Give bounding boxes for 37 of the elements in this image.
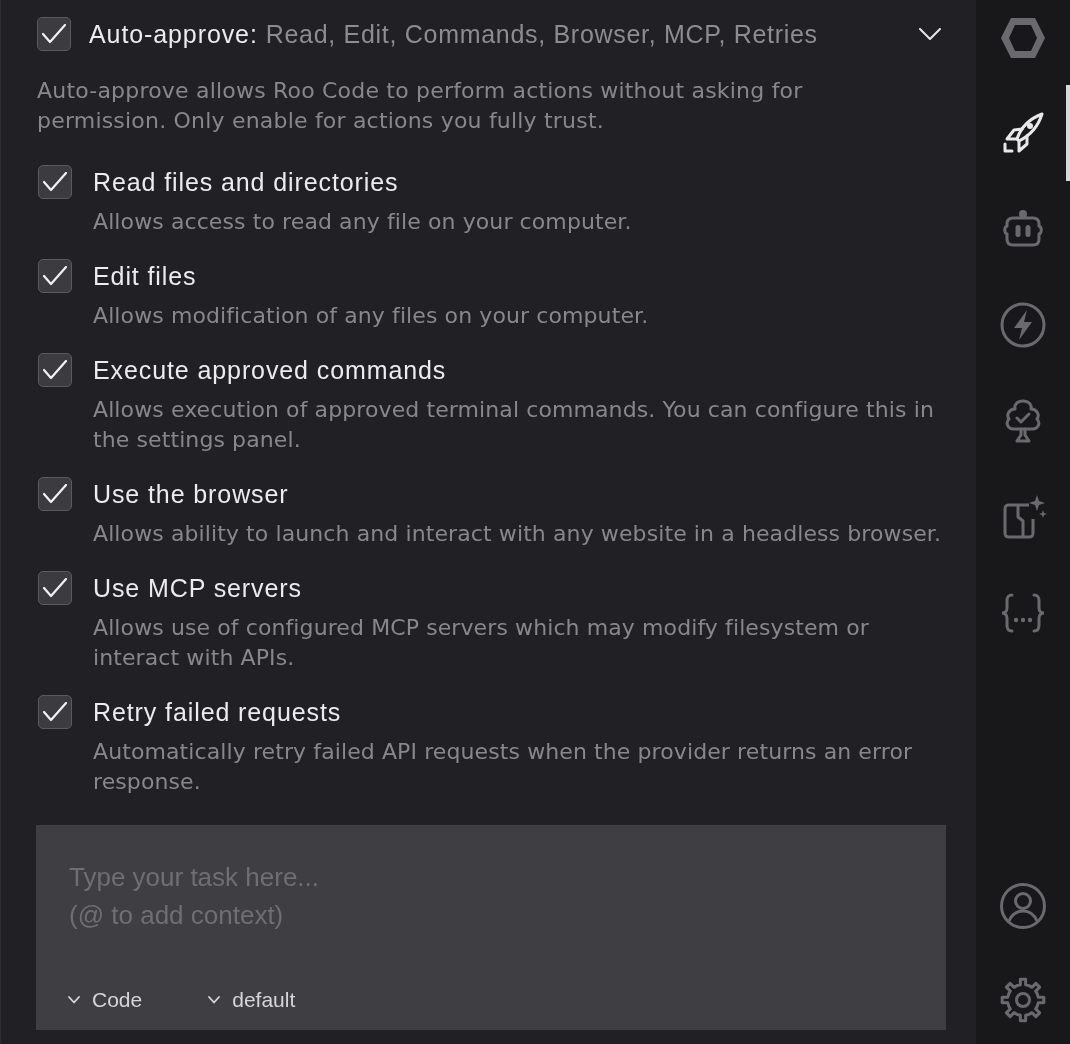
option-description: Allows use of configured MCP servers which may modify filesystem or interact with APIs. (93, 614, 870, 672)
chevron-down-icon[interactable] (919, 28, 941, 40)
check-icon (43, 484, 67, 504)
auto-approve-label: Auto-approve: (89, 19, 258, 49)
settings-icon (999, 976, 1047, 1024)
option-label: Edit files (93, 261, 197, 292)
account-icon (999, 882, 1047, 930)
checkbox[interactable] (37, 17, 71, 51)
option-label: Read files and directories (93, 167, 399, 198)
checkbox[interactable] (38, 477, 72, 511)
checkbox[interactable] (38, 259, 72, 293)
checkbox[interactable] (38, 571, 72, 605)
check-icon (43, 266, 67, 286)
auto-approve-description: Auto-approve allows Roo Code to perform actions without asking for permission. Only enable for actions you fully trust. (37, 77, 804, 135)
check-icon (43, 172, 67, 192)
check-icon (43, 578, 67, 598)
option-description: Allows modification of any files on your computer. (93, 302, 649, 330)
check-icon (43, 360, 67, 380)
option-label: Retry failed requests (93, 697, 342, 728)
option-description: Allows access to read any file on your computer. (93, 208, 632, 236)
option-label: Execute approved commands (93, 355, 447, 386)
chevron-down-icon (208, 996, 221, 1004)
checkbox[interactable] (38, 695, 72, 729)
option-description: Allows execution of approved terminal commands. You can configure this in the settings panel. (93, 396, 935, 454)
lightning-icon (999, 301, 1047, 349)
checkbox[interactable] (38, 353, 72, 387)
auto-approve-summary: Read, Edit, Commands, Browser, MCP, Retries (265, 19, 818, 49)
chevron-down-icon (68, 996, 80, 1004)
check-icon (43, 702, 67, 722)
option-label: Use the browser (93, 479, 289, 510)
option-description: Automatically retry failed API requests when the provider returns an error response. (93, 738, 914, 796)
mode-dropdown[interactable]: default (208, 985, 296, 1015)
option-description: Allows ability to launch and interact with any website in a headless browser. (93, 520, 942, 548)
option-label: Use MCP servers (93, 573, 302, 604)
checkbox[interactable] (38, 165, 72, 199)
mode-dropdown[interactable]: Code (68, 985, 143, 1015)
check-icon (42, 24, 66, 44)
